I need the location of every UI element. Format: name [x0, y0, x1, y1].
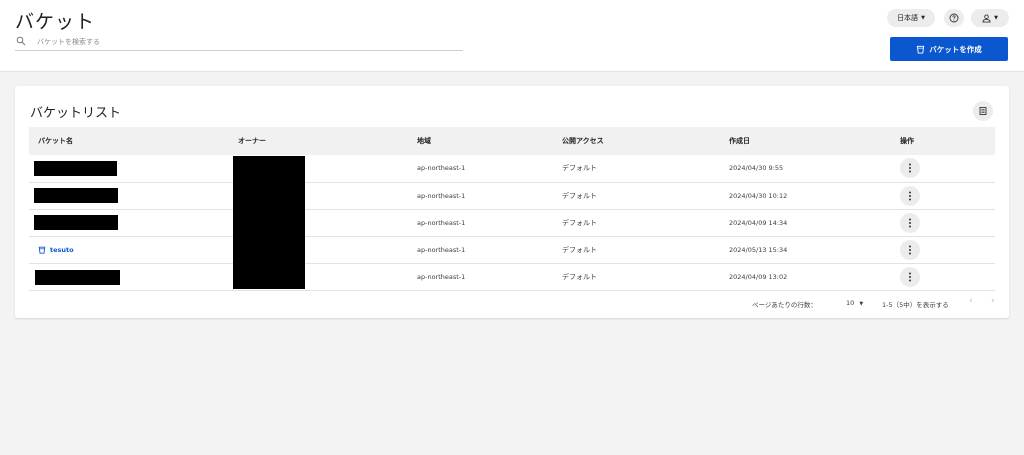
- create-bucket-label: バケットを作成: [929, 44, 982, 54]
- created-cell: 2024/04/09 14:34: [729, 218, 788, 227]
- redacted-owner-column: [233, 156, 305, 289]
- bucket-list-title: バケットリスト: [30, 106, 122, 121]
- table-row[interactable]: ap-northeast-1 デフォルト 2024/04/09 14:34: [29, 209, 995, 237]
- actions-cell: [891, 237, 995, 264]
- redacted-bucket-name: [35, 269, 120, 285]
- column-header-created[interactable]: 作成日: [720, 127, 891, 155]
- column-header-owner[interactable]: オーナー: [229, 127, 408, 155]
- region-cell: ap-northeast-1: [417, 246, 466, 255]
- rows-per-page-label: ページあたりの行数：: [752, 301, 817, 309]
- public-access-cell: デフォルト: [562, 191, 597, 200]
- bucket-icon: [38, 246, 46, 254]
- table-row[interactable]: ap-northeast-1 デフォルト 2024/04/09 13:02: [29, 264, 995, 291]
- pagination-range: 1-5（5中）を表示する: [882, 301, 949, 309]
- more-vert-icon: [909, 218, 911, 228]
- column-header-bucket-name[interactable]: バケット名: [29, 127, 229, 155]
- account-menu-button[interactable]: ▼: [971, 9, 1009, 27]
- created-cell: 2024/04/09 13:02: [729, 273, 788, 282]
- search-icon: [16, 36, 26, 46]
- row-menu-button[interactable]: [900, 267, 920, 288]
- table-row[interactable]: tesuto ap-northeast-1 デフォルト 2024/05/13 1…: [29, 237, 995, 264]
- help-button[interactable]: [944, 9, 964, 27]
- more-vert-icon: [909, 191, 911, 201]
- bucket-name-cell[interactable]: tesuto: [29, 237, 229, 264]
- column-header-public-access[interactable]: 公開アクセス: [553, 127, 720, 155]
- redacted-bucket-name: [34, 215, 118, 231]
- row-menu-button[interactable]: [900, 158, 920, 179]
- bucket-icon: [917, 45, 925, 54]
- person-icon: [982, 13, 991, 23]
- language-select[interactable]: 日本語 ▼: [887, 9, 935, 27]
- column-header-region[interactable]: 地域: [408, 127, 553, 155]
- row-menu-button[interactable]: [900, 240, 920, 261]
- list-icon: [979, 107, 987, 115]
- page-header: バケット 日本語 ▼ ▼ バケットを作成: [0, 0, 1024, 72]
- search-input[interactable]: [37, 35, 437, 49]
- previous-page-button[interactable]: ‹: [969, 296, 973, 306]
- create-bucket-button[interactable]: バケットを作成: [890, 37, 1008, 61]
- chevron-down-icon: ▼: [921, 15, 925, 21]
- created-cell: 2024/05/13 15:34: [729, 246, 788, 255]
- bucket-name-cell[interactable]: [29, 182, 229, 209]
- actions-cell: [891, 209, 995, 236]
- help-icon: [949, 13, 959, 23]
- region-cell: ap-northeast-1: [417, 191, 466, 200]
- public-access-cell: デフォルト: [562, 218, 597, 227]
- public-access-cell: デフォルト: [562, 246, 597, 255]
- language-label: 日本語: [897, 14, 919, 22]
- actions-cell: [891, 264, 995, 291]
- table-row[interactable]: ap-northeast-1 デフォルト 2024/04/30 10:12: [29, 182, 995, 210]
- bucket-name: tesuto: [50, 246, 74, 255]
- public-access-cell: デフォルト: [562, 273, 597, 282]
- pagination: ページあたりの行数： 10 ▼ 1-5（5中）を表示する ‹ ›: [29, 294, 995, 312]
- bucket-list-card: バケットリスト バケット名 オーナー 地域 公開アクセス 作成日 操作 ap-n…: [15, 86, 1009, 318]
- region-cell: ap-northeast-1: [417, 164, 466, 173]
- rows-per-page-value: 10: [846, 299, 855, 307]
- row-menu-button[interactable]: [900, 212, 920, 233]
- chevron-down-icon: ▼: [994, 15, 998, 21]
- chevron-down-icon: ▼: [859, 301, 864, 307]
- column-settings-button[interactable]: [973, 101, 993, 121]
- bucket-name-cell[interactable]: [29, 264, 229, 291]
- page-title: バケット: [15, 11, 96, 33]
- actions-cell: [891, 182, 995, 209]
- region-cell: ap-northeast-1: [417, 273, 466, 282]
- search-bar[interactable]: [15, 35, 463, 51]
- rows-per-page-select[interactable]: 10 ▼: [846, 299, 863, 307]
- redacted-bucket-name: [34, 188, 118, 204]
- row-menu-button[interactable]: [900, 185, 920, 206]
- next-page-button[interactable]: ›: [991, 296, 995, 306]
- region-cell: ap-northeast-1: [417, 218, 466, 227]
- bucket-name-cell[interactable]: [29, 155, 229, 182]
- more-vert-icon: [909, 272, 911, 282]
- bucket-table: バケット名 オーナー 地域 公開アクセス 作成日 操作 ap-northeast…: [29, 127, 995, 291]
- more-vert-icon: [909, 245, 911, 255]
- bucket-link[interactable]: tesuto: [38, 246, 229, 254]
- column-header-actions: 操作: [900, 137, 914, 145]
- redacted-bucket-name: [34, 160, 117, 176]
- actions-cell: [891, 155, 995, 182]
- table-row[interactable]: ap-northeast-1 デフォルト 2024/04/30 9:55: [29, 155, 995, 183]
- public-access-cell: デフォルト: [562, 164, 597, 173]
- bucket-name-cell[interactable]: [29, 209, 229, 236]
- created-cell: 2024/04/30 9:55: [729, 164, 784, 173]
- table-header-row: バケット名 オーナー 地域 公開アクセス 作成日 操作: [29, 127, 995, 155]
- more-vert-icon: [909, 163, 911, 173]
- created-cell: 2024/04/30 10:12: [729, 191, 788, 200]
